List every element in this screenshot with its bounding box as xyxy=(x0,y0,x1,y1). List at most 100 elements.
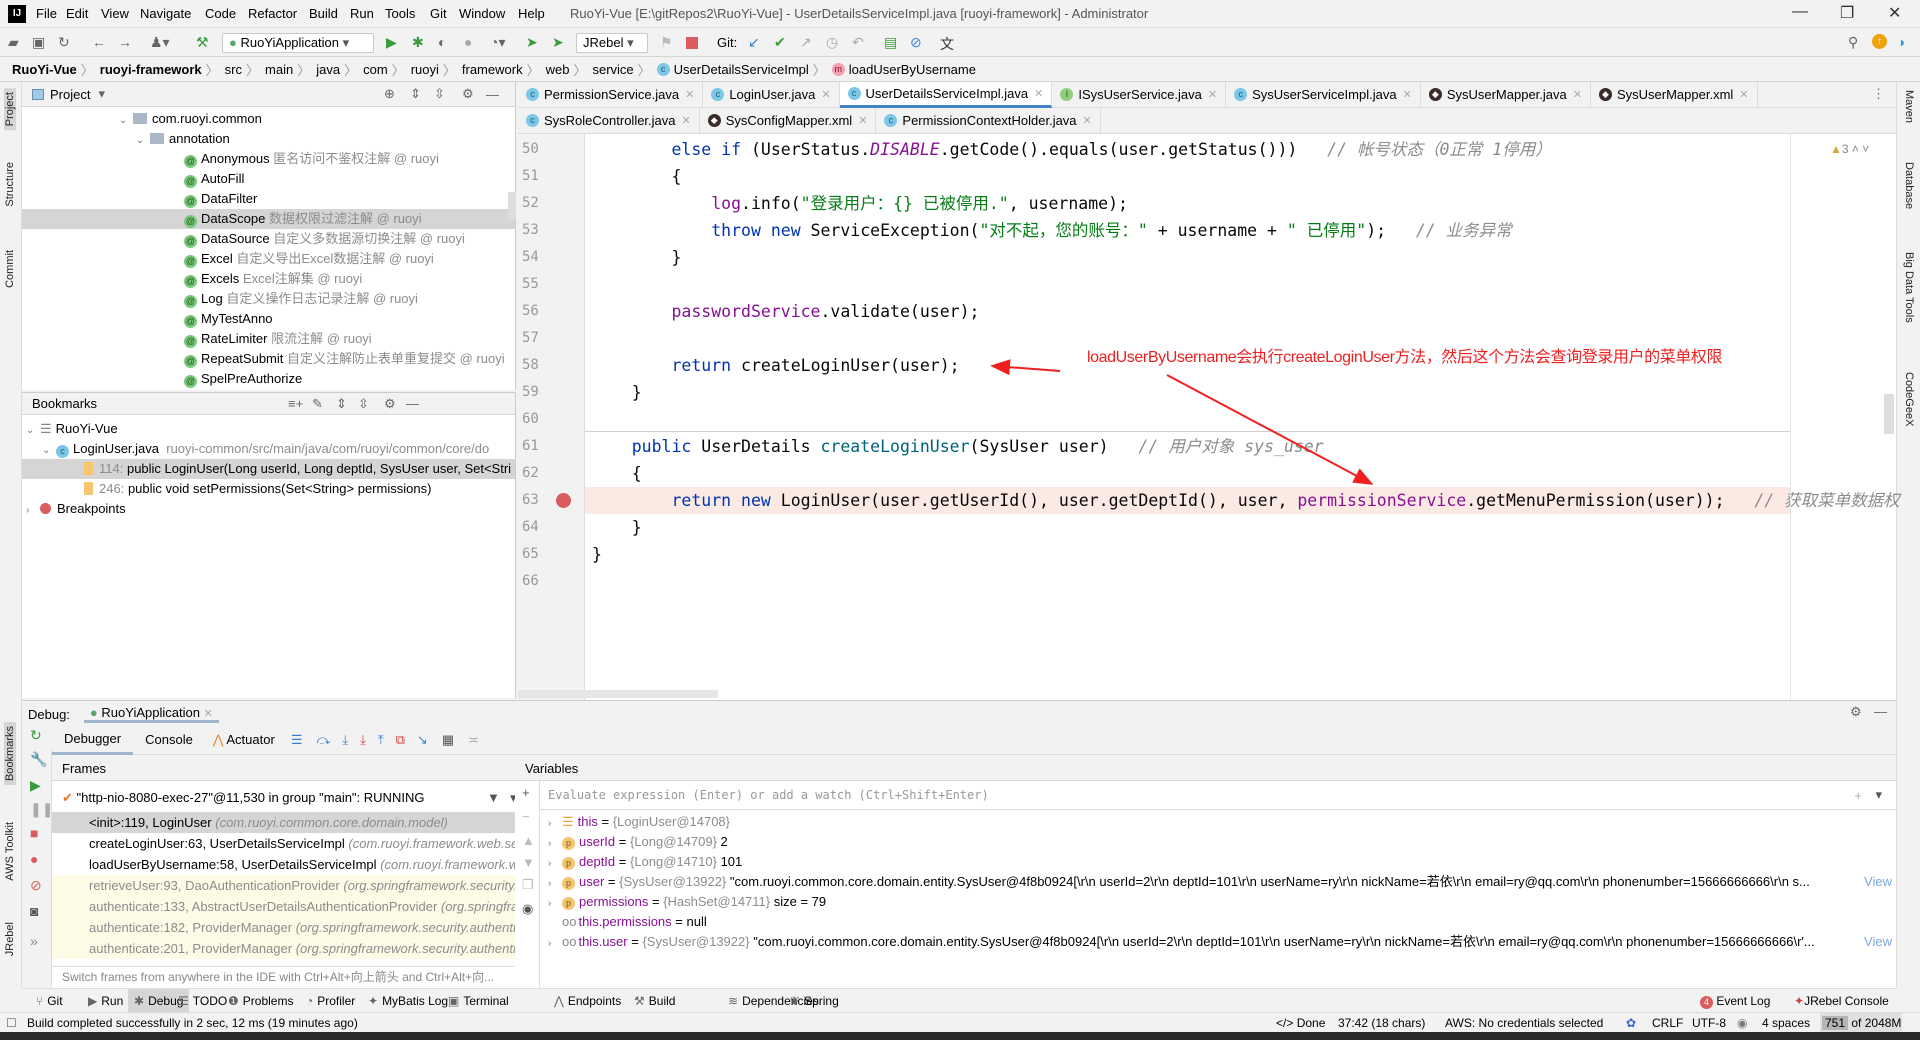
debug-session-tab[interactable]: ● RuoYiApplication ✕ xyxy=(83,705,219,723)
debug-icon[interactable]: ✱ xyxy=(412,34,424,51)
camera-icon[interactable]: ◙ xyxy=(30,903,38,919)
translate-icon[interactable]: 文 xyxy=(940,34,954,54)
bottom-tab-spring[interactable]: ❦ Spring xyxy=(784,989,845,1013)
breadcrumb-item[interactable]: ruoyi-framework xyxy=(100,62,202,77)
collapse-all-icon[interactable]: ⇳ xyxy=(358,396,369,412)
monitor-icon[interactable]: ▤ xyxy=(884,34,897,51)
menu-build[interactable]: Build xyxy=(309,6,338,21)
restore-button[interactable]: ❐ xyxy=(1840,3,1854,23)
close-tab-icon[interactable]: ✕ xyxy=(1739,88,1748,101)
chevron-right-icon[interactable]: › xyxy=(548,834,562,852)
forward-icon[interactable]: → xyxy=(118,34,132,50)
wrench-icon[interactable]: 🔧 xyxy=(30,751,47,768)
resume-icon[interactable]: ▶ xyxy=(30,777,41,794)
tree-item[interactable]: @ Anonymous 匿名访问不鉴权注解 @ ruoyi xyxy=(22,149,515,169)
git-commit-icon[interactable]: ✔ xyxy=(774,34,786,51)
tab-actuator[interactable]: ⋀ Actuator xyxy=(205,732,283,748)
stack-frame[interactable]: authenticate:133, AbstractUserDetailsAut… xyxy=(52,896,533,917)
menu-tools[interactable]: Tools xyxy=(385,6,415,21)
editor-tab[interactable]: c PermissionService.java ✕ xyxy=(518,81,704,108)
remove-watch-icon[interactable]: − xyxy=(522,809,530,824)
thread-select[interactable]: ✔ "http-nio-8080-exec-27"@11,530 in grou… xyxy=(52,787,533,808)
close-tab-icon[interactable]: ✕ xyxy=(682,114,691,127)
step-out-icon[interactable]: ⤒ xyxy=(372,732,390,748)
move-up-icon[interactable]: ▲ xyxy=(522,833,535,848)
filter-icon[interactable]: ▼ xyxy=(487,787,500,808)
tool-window-big-data-tools[interactable]: Big Data Tools xyxy=(1903,252,1915,323)
close-tab-icon[interactable]: ✕ xyxy=(1034,87,1043,100)
menu-code[interactable]: Code xyxy=(205,6,236,21)
event-log-button[interactable]: 4 Event Log xyxy=(1694,989,1776,1013)
close-tab-icon[interactable]: ✕ xyxy=(858,114,867,127)
tree-item[interactable]: @ Excel 自定义导出Excel数据注解 @ ruoyi xyxy=(22,249,515,269)
view-breakpoints-icon[interactable]: ● xyxy=(30,851,38,867)
breadcrumb-item[interactable]: web xyxy=(546,62,570,77)
menu-git[interactable]: Git xyxy=(430,6,447,21)
code-editor[interactable]: 50 else if (UserStatus.DISABLE.getCode()… xyxy=(518,134,1900,700)
close-tab-icon[interactable]: ✕ xyxy=(821,88,830,101)
tool-window-jrebel[interactable]: JRebel xyxy=(4,922,16,956)
editor-tab[interactable]: c SysRoleController.java ✕ xyxy=(518,107,700,134)
bookmark-item[interactable]: 114: public LoginUser(Long userId, Long … xyxy=(22,459,515,479)
tree-item[interactable]: ⌄ annotation xyxy=(22,129,515,149)
chevron-right-icon[interactable]: › xyxy=(548,874,562,892)
jrebel-console-button[interactable]: ✦JRebel Console xyxy=(1788,989,1895,1013)
done-indicator[interactable]: </> Done xyxy=(1276,1013,1325,1033)
file-encoding[interactable]: UTF-8 xyxy=(1692,1013,1726,1033)
rerun-icon[interactable]: ↻ xyxy=(30,727,42,744)
menu-help[interactable]: Help xyxy=(518,6,545,21)
bottom-tab-build[interactable]: ⚒ Build xyxy=(628,989,681,1013)
menu-view[interactable]: View xyxy=(101,6,129,21)
view-link[interactable]: View xyxy=(1860,932,1892,952)
editor-tab[interactable]: ◆ SysUserMapper.xml ✕ xyxy=(1591,81,1758,108)
update-icon[interactable]: ↑ xyxy=(1872,34,1887,49)
chevron-right-icon[interactable]: › xyxy=(26,501,40,521)
variable-row[interactable]: › oo this.user = {SysUser@13922} "com.ruoy… xyxy=(540,932,1896,952)
close-tab-icon[interactable]: ✕ xyxy=(1403,88,1412,101)
tree-item[interactable]: @ AutoFill xyxy=(22,169,515,189)
run-config-select[interactable]: ● RuoYiApplication ▾ xyxy=(222,33,374,53)
codegeex-icon[interactable]: ◗ xyxy=(1898,34,1906,50)
run-with-icon[interactable]: ◔▾ xyxy=(490,34,505,51)
bookmark-root[interactable]: ⌄ ☰ RuoYi-Vue xyxy=(22,419,515,439)
coverage-icon[interactable]: ◐ xyxy=(438,34,446,50)
close-tab-icon[interactable]: ✕ xyxy=(1573,88,1582,101)
caret-position[interactable]: 37:42 (18 chars) xyxy=(1338,1013,1425,1033)
attach-icon[interactable]: ⚑ xyxy=(660,34,673,51)
bottom-tab-profiler[interactable]: ◔ Profiler xyxy=(300,989,361,1013)
stack-frame[interactable]: authenticate:182, ProviderManager (org.s… xyxy=(52,917,533,938)
editor-tab[interactable]: c PermissionContextHolder.java ✕ xyxy=(876,107,1101,134)
git-update-icon[interactable]: ↙ xyxy=(748,34,760,51)
pause-icon[interactable]: ❚❚ xyxy=(30,801,53,818)
bottom-tab-git[interactable]: ⑂ Git xyxy=(30,989,69,1013)
aws-credentials[interactable]: AWS: No credentials selected xyxy=(1445,1013,1603,1033)
hide-icon[interactable]: — xyxy=(486,87,499,102)
build-hammer-icon[interactable]: ⚒ xyxy=(196,34,209,51)
back-icon[interactable]: ← xyxy=(92,34,106,50)
more-icon[interactable]: » xyxy=(30,933,38,949)
tree-item[interactable]: ⌄ com.ruoyi.common xyxy=(22,109,515,129)
close-tab-icon[interactable]: ✕ xyxy=(1208,88,1217,101)
editor-tab[interactable]: c UserDetailsServiceImpl.java ✕ xyxy=(839,81,1053,108)
chevron-down-icon[interactable]: ▾ xyxy=(1875,787,1882,803)
evaluate-input[interactable]: Evaluate expression (Enter) or add a wat… xyxy=(540,781,1896,810)
menu-edit[interactable]: Edit xyxy=(66,6,88,21)
bottom-tab-terminal[interactable]: ▣ Terminal xyxy=(442,989,515,1013)
chevron-down-icon[interactable]: ⌄ xyxy=(119,111,133,131)
menu-window[interactable]: Window xyxy=(459,6,505,21)
memory-indicator[interactable]: 751 of 2048M xyxy=(1820,1013,1902,1033)
breadcrumb-item[interactable]: service xyxy=(592,62,633,77)
scrollbar[interactable] xyxy=(508,192,516,220)
chevron-right-icon[interactable]: › xyxy=(548,814,562,832)
tool-window-structure[interactable]: Structure xyxy=(4,162,16,207)
stack-frame[interactable]: loadUserByUsername:58, UserDetailsServic… xyxy=(52,854,533,875)
tree-item[interactable]: @ SpelPreAuthorize xyxy=(22,369,515,389)
status-toggle-icon[interactable]: ☐ xyxy=(6,1013,17,1033)
close-icon[interactable]: ✕ xyxy=(204,708,213,720)
tree-item[interactable]: @ Log 自定义操作日志记录注解 @ ruoyi xyxy=(22,289,515,309)
menu-navigate[interactable]: Navigate xyxy=(140,6,191,21)
bottom-tab-mybatis-log[interactable]: ✦ MyBatis Log xyxy=(362,989,454,1013)
breadcrumb-item[interactable]: RuoYi-Vue xyxy=(12,62,77,77)
duplicate-icon[interactable]: ❐ xyxy=(522,877,534,893)
search-icon[interactable]: ⚲ xyxy=(1848,34,1858,51)
